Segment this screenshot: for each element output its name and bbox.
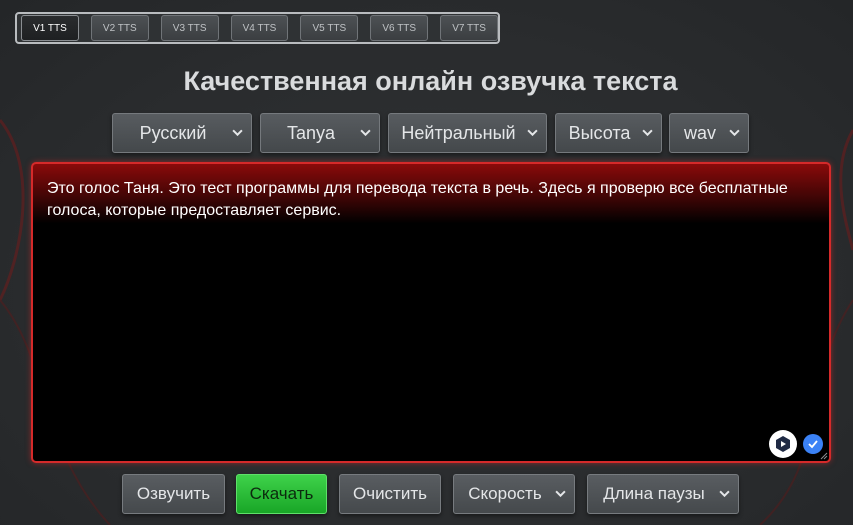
chevron-down-icon <box>719 490 730 498</box>
checkmark-icon <box>808 440 818 449</box>
voice-select[interactable]: Tanya <box>260 113 380 153</box>
language-select-value: Русский <box>139 122 207 143</box>
page: V1 TTS V2 TTS V3 TTS V4 TTS V5 TTS V6 TT… <box>0 0 853 525</box>
chevron-down-icon <box>527 129 538 137</box>
voice-select-value: Tanya <box>286 122 336 143</box>
tab-v1-tts[interactable]: V1 TTS <box>21 15 79 41</box>
language-select[interactable]: Русский <box>112 113 252 153</box>
emotion-select-value: Нейтральный <box>401 122 516 143</box>
emotion-select[interactable]: Нейтральный <box>388 113 547 153</box>
page-title: Качественная онлайн озвучка текста <box>183 66 678 96</box>
speed-select[interactable]: Скорость <box>453 474 575 514</box>
chevron-down-icon <box>232 129 243 137</box>
chevron-down-icon <box>729 129 740 137</box>
format-select-value: wav <box>683 122 716 143</box>
chevron-down-icon <box>360 129 371 137</box>
tab-v3-tts[interactable]: V3 TTS <box>160 15 219 41</box>
tab-v2-tts[interactable]: V2 TTS <box>90 15 149 41</box>
chevron-down-icon <box>555 490 566 498</box>
text-input-area[interactable]: Это голос Таня. Это тест программы для п… <box>31 162 831 463</box>
pause-length-select-value: Длина паузы <box>603 484 705 503</box>
resize-grip-icon[interactable] <box>819 451 828 460</box>
pause-length-select[interactable]: Длина паузы <box>587 474 739 514</box>
tab-v7-tts[interactable]: V7 TTS <box>440 15 499 41</box>
pitch-select-value: Высота <box>568 122 631 143</box>
pitch-select[interactable]: Высота <box>555 113 662 153</box>
tab-v4-tts[interactable]: V4 TTS <box>230 15 289 41</box>
extension-badge-icon[interactable] <box>769 430 797 458</box>
tab-v6-tts[interactable]: V6 TTS <box>370 15 429 41</box>
version-tabs: V1 TTS V2 TTS V3 TTS V4 TTS V5 TTS V6 TT… <box>15 12 500 44</box>
tab-v5-tts[interactable]: V5 TTS <box>300 15 359 41</box>
speak-button[interactable]: Озвучить <box>122 474 225 514</box>
format-select[interactable]: wav <box>669 113 749 153</box>
hexagon-play-icon <box>776 436 790 452</box>
chevron-down-icon <box>642 129 653 137</box>
speed-select-value: Скорость <box>468 484 542 503</box>
text-input-content[interactable]: Это голос Таня. Это тест программы для п… <box>47 178 807 222</box>
clear-button[interactable]: Очистить <box>339 474 441 514</box>
download-button[interactable]: Скачать <box>236 474 327 514</box>
